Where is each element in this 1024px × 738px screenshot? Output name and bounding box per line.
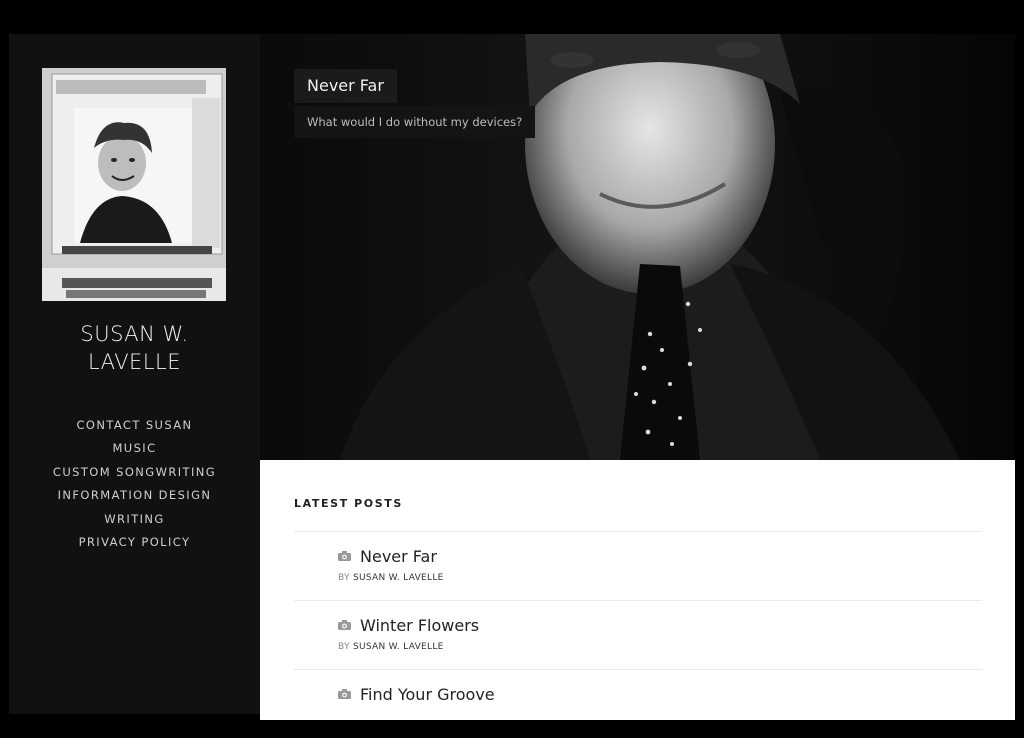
list-item: Find Your Groove [294, 669, 982, 738]
site-avatar[interactable] [42, 68, 226, 301]
post-title-link[interactable]: Never Far [360, 547, 437, 566]
sidebar: SUSAN W. LAVELLE CONTACT SUSAN MUSIC CUS… [9, 34, 260, 714]
byline-label: BY [338, 573, 350, 583]
camera-icon [338, 551, 351, 561]
latest-posts-heading: LATEST POSTS [294, 497, 403, 510]
page-frame: SUSAN W. LAVELLE CONTACT SUSAN MUSIC CUS… [9, 34, 1015, 720]
site-title-line1: SUSAN W. [80, 322, 189, 346]
nav-item-writing[interactable]: WRITING [9, 508, 260, 531]
hero-post-title[interactable]: Never Far [294, 69, 397, 103]
hero-post-excerpt: What would I do without my devices? [294, 106, 536, 138]
nav-item-contact-susan[interactable]: CONTACT SUSAN [9, 414, 260, 437]
nav-item-information-design[interactable]: INFORMATION DESIGN [9, 484, 260, 507]
post-list: Never Far BY SUSAN W. LAVELLE Winter Flo… [294, 531, 982, 738]
nav-item-music[interactable]: MUSIC [9, 437, 260, 460]
featured-post-hero[interactable]: Never Far What would I do without my dev… [260, 34, 1015, 460]
post-author-link[interactable]: SUSAN W. LAVELLE [353, 573, 444, 583]
post-title-link[interactable]: Winter Flowers [360, 616, 479, 635]
avatar-laptop-photo [42, 68, 226, 301]
site-title[interactable]: SUSAN W. LAVELLE [9, 320, 260, 376]
nav-item-privacy-policy[interactable]: PRIVACY POLICY [9, 531, 260, 554]
camera-icon [338, 689, 351, 699]
post-title-link[interactable]: Find Your Groove [360, 685, 495, 704]
camera-icon [338, 620, 351, 630]
latest-posts-section: LATEST POSTS Never Far BY SUSAN W. LAVEL… [260, 460, 1015, 720]
post-byline: BY SUSAN W. LAVELLE [338, 573, 444, 583]
list-item: Winter Flowers BY SUSAN W. LAVELLE [294, 600, 982, 669]
post-byline: BY SUSAN W. LAVELLE [338, 642, 444, 652]
byline-label: BY [338, 642, 350, 652]
post-author-link[interactable]: SUSAN W. LAVELLE [353, 642, 444, 652]
main-navigation: CONTACT SUSAN MUSIC CUSTOM SONGWRITING I… [9, 414, 260, 554]
nav-item-custom-songwriting[interactable]: CUSTOM SONGWRITING [9, 461, 260, 484]
list-item: Never Far BY SUSAN W. LAVELLE [294, 531, 982, 600]
site-title-line2: LAVELLE [87, 350, 181, 374]
